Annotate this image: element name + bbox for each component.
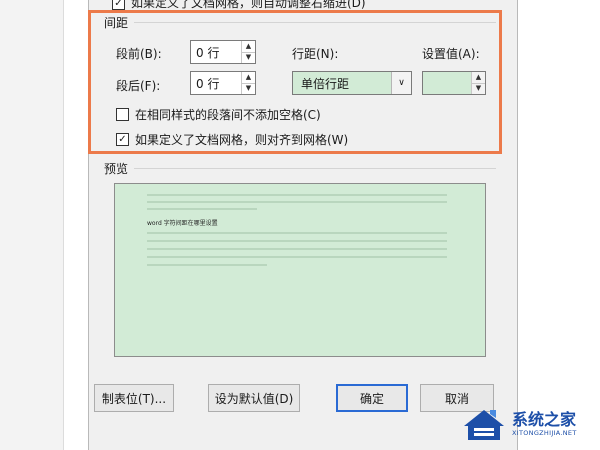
snap-to-grid-label: 如果定义了文档网格，则对齐到网格(W)	[135, 133, 349, 147]
watermark: 系统之家 XITONGZHIJIA.NET	[460, 398, 600, 450]
auto-right-indent-checkbox[interactable]: ✓	[112, 0, 125, 10]
ok-button[interactable]: 确定	[336, 384, 408, 412]
set-default-button[interactable]: 设为默认值(D)	[208, 384, 300, 412]
space-before-label: 段前(B):	[116, 47, 162, 61]
no-space-same-style-checkbox[interactable]	[116, 108, 129, 121]
no-space-same-style-row[interactable]: 在相同样式的段落间不添加空格(C)	[116, 106, 321, 123]
set-value-spinner[interactable]: ▲ ▼	[422, 71, 486, 95]
space-before-down-icon[interactable]: ▼	[242, 51, 255, 64]
house-logo-icon	[464, 410, 504, 440]
space-after-label: 段后(F):	[116, 79, 161, 93]
document-background	[518, 0, 600, 450]
space-after-up-icon[interactable]: ▲	[242, 72, 255, 83]
space-before-spinner[interactable]: 0 行 ▲ ▼	[190, 40, 256, 64]
space-after-value[interactable]: 0 行	[191, 72, 241, 94]
snap-to-grid-row[interactable]: ✓ 如果定义了文档网格，则对齐到网格(W)	[116, 131, 348, 148]
space-after-spinner[interactable]: 0 行 ▲ ▼	[190, 71, 256, 95]
watermark-title: 系统之家	[512, 410, 577, 430]
document-margin	[0, 0, 64, 450]
spacing-title: 间距	[104, 14, 135, 31]
tabs-button[interactable]: 制表位(T)...	[94, 384, 174, 412]
line-spacing-label: 行距(N):	[292, 47, 339, 61]
space-after-down-icon[interactable]: ▼	[242, 82, 255, 95]
set-value-down-icon[interactable]: ▼	[472, 82, 485, 95]
preview-title: 预览	[104, 160, 135, 177]
line-spacing-value: 单倍行距	[301, 77, 350, 91]
preview-sample-text: word 字符间距在哪里设置	[147, 220, 218, 227]
set-value-label: 设置值(A):	[422, 47, 480, 61]
space-before-up-icon[interactable]: ▲	[242, 41, 255, 52]
spacing-divider	[104, 22, 496, 23]
space-before-value[interactable]: 0 行	[191, 41, 241, 63]
preview-divider	[104, 168, 496, 169]
no-space-same-style-label: 在相同样式的段落间不添加空格(C)	[135, 108, 321, 122]
auto-right-indent-checkbox-row[interactable]: ✓ 如果定义了文档网格，则自动调整右缩进(D)	[112, 0, 366, 11]
set-value-value[interactable]	[423, 72, 471, 94]
line-spacing-select[interactable]: 单倍行距 ∨	[292, 71, 412, 95]
set-value-up-icon[interactable]: ▲	[472, 72, 485, 83]
chevron-down-icon[interactable]: ∨	[391, 72, 411, 94]
auto-right-indent-label: 如果定义了文档网格，则自动调整右缩进(D)	[131, 0, 366, 10]
snap-to-grid-checkbox[interactable]: ✓	[116, 133, 129, 146]
preview-pane: word 字符间距在哪里设置	[114, 183, 486, 357]
watermark-url: XITONGZHIJIA.NET	[512, 428, 577, 437]
